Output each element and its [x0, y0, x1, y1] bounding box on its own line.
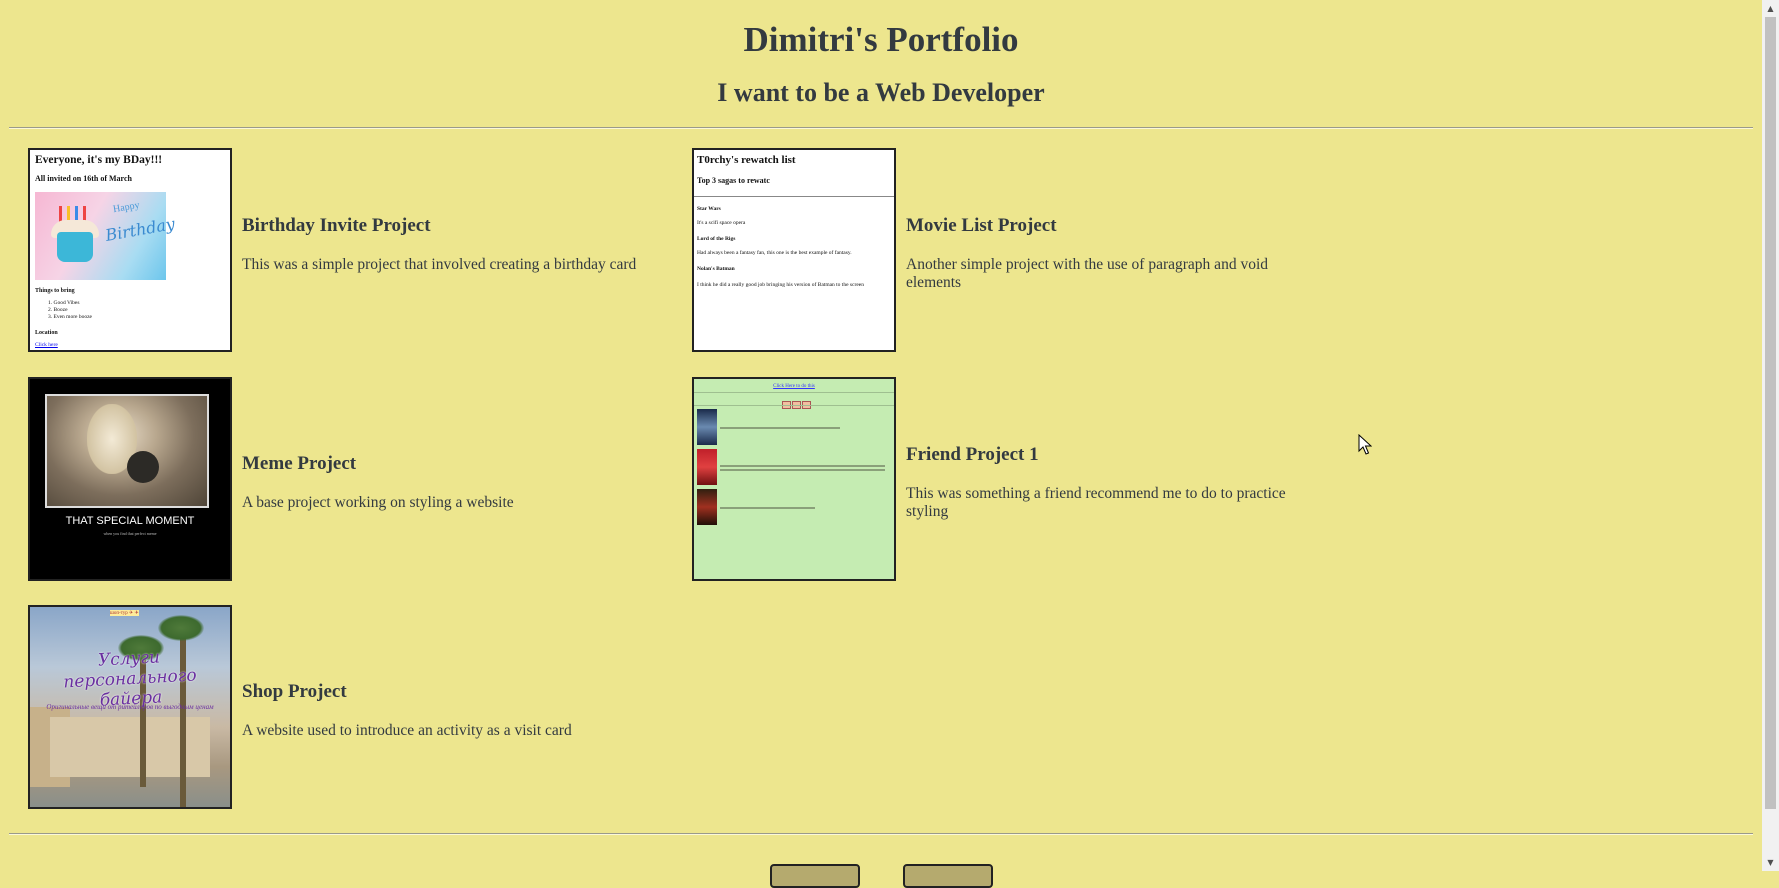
- project-card-shop: шоп-тур ✈ ✈ Услуги персонального байера …: [28, 605, 668, 810]
- thumb-things-heading: Things to bring: [35, 288, 75, 294]
- thumb-subheading: All invited on 16th of March: [35, 174, 132, 183]
- project-thumbnail-shop[interactable]: шоп-тур ✈ ✈ Услуги персонального байера …: [28, 605, 232, 809]
- thumb-heading: T0rchy's rewatch list: [697, 154, 796, 166]
- project-desc-birthday: This was a simple project that involved …: [242, 256, 637, 273]
- project-card-friend: Click Here to do this Friend Project 1 T…: [692, 377, 1332, 582]
- project-title-movie: Movie List Project: [906, 215, 1057, 236]
- page-subtitle: I want to be a Web Developer: [717, 78, 1045, 107]
- project-card-meme: THAT SPECIAL MOMENT when you find that p…: [28, 377, 668, 582]
- cake-text-happy: Happy: [112, 199, 141, 216]
- project-title-meme: Meme Project: [242, 453, 357, 474]
- project-title-birthday: Birthday Invite Project: [242, 215, 431, 236]
- project-desc-friend: This was something a friend recommend me…: [906, 485, 1286, 520]
- list-item: 3. Even more booze: [48, 314, 92, 320]
- page: Dimitri's Portfolio I want to be a Web D…: [0, 0, 1762, 888]
- project-card-movie: T0rchy's rewatch list Top 3 sagas to rew…: [692, 148, 1332, 353]
- bottom-divider: [9, 833, 1753, 835]
- thumb-entry-text: I think he did a really good job bringin…: [697, 282, 864, 288]
- scrollbar-thumb[interactable]: [1765, 17, 1776, 809]
- project-desc-shop: A website used to introduce an activity …: [242, 722, 572, 739]
- project-thumbnail-birthday[interactable]: Everyone, it's my BDay!!! All invited on…: [28, 148, 232, 352]
- thumb-location-heading: Location: [35, 330, 58, 336]
- scroll-down-icon[interactable]: ▼: [1762, 854, 1779, 871]
- page-title: Dimitri's Portfolio: [743, 20, 1019, 59]
- list-item: 1. Good Vibes: [48, 300, 80, 306]
- cake-text-birthday: Birthday: [103, 214, 177, 245]
- footer-button-1[interactable]: [770, 864, 860, 888]
- meme-caption: THAT SPECIAL MOMENT: [65, 515, 195, 527]
- meme-photo: [45, 394, 209, 508]
- project-title-shop: Shop Project: [242, 681, 347, 702]
- thumb-entry-text: Had always been a fantasy fan, this one …: [697, 250, 852, 256]
- footer-button-2[interactable]: [903, 864, 993, 888]
- top-divider: [9, 127, 1753, 129]
- thumb-things-list: 1. Good Vibes 2. Booze 3. Even more booz…: [48, 300, 92, 321]
- thumb-entry-name: Lord of the Rigs: [697, 236, 736, 242]
- thumb-heading: Everyone, it's my BDay!!!: [35, 154, 163, 166]
- mouse-cursor-icon: [1358, 434, 1372, 455]
- thumb-entry-name: Star Wars: [697, 206, 721, 212]
- scroll-up-icon[interactable]: ▲: [1762, 0, 1779, 17]
- birthday-cake-image: Happy Birthday: [35, 192, 176, 280]
- project-desc-movie: Another simple project with the use of p…: [906, 256, 1268, 291]
- project-title-friend: Friend Project 1: [906, 444, 1039, 465]
- project-card-birthday: Everyone, it's my BDay!!! All invited on…: [28, 148, 668, 353]
- thumb-entry-text: It's a scifi space opera: [697, 220, 746, 226]
- thumb-subheading: Top 3 sagas to rewatc: [697, 176, 770, 185]
- list-item: 2. Booze: [48, 307, 68, 313]
- thumb-entry-name: Nolan's Batman: [697, 266, 735, 272]
- shop-top-label: шоп-тур ✈ ✈: [110, 610, 139, 616]
- project-thumbnail-meme[interactable]: THAT SPECIAL MOMENT when you find that p…: [28, 377, 232, 581]
- project-thumbnail-friend[interactable]: Click Here to do this: [692, 377, 896, 581]
- project-desc-meme: A base project working on styling a webs…: [242, 494, 514, 511]
- thumb-link: Click Here to do this: [773, 384, 815, 389]
- vertical-scrollbar[interactable]: ▲ ▼: [1762, 0, 1779, 871]
- meme-subcaption: when you find that perfect meme: [103, 531, 157, 536]
- thumb-link: Click here: [35, 342, 58, 348]
- project-thumbnail-movie[interactable]: T0rchy's rewatch list Top 3 sagas to rew…: [692, 148, 896, 352]
- shop-subtitle: Оригинальные вещи от ритейлеров по выгод…: [46, 703, 214, 711]
